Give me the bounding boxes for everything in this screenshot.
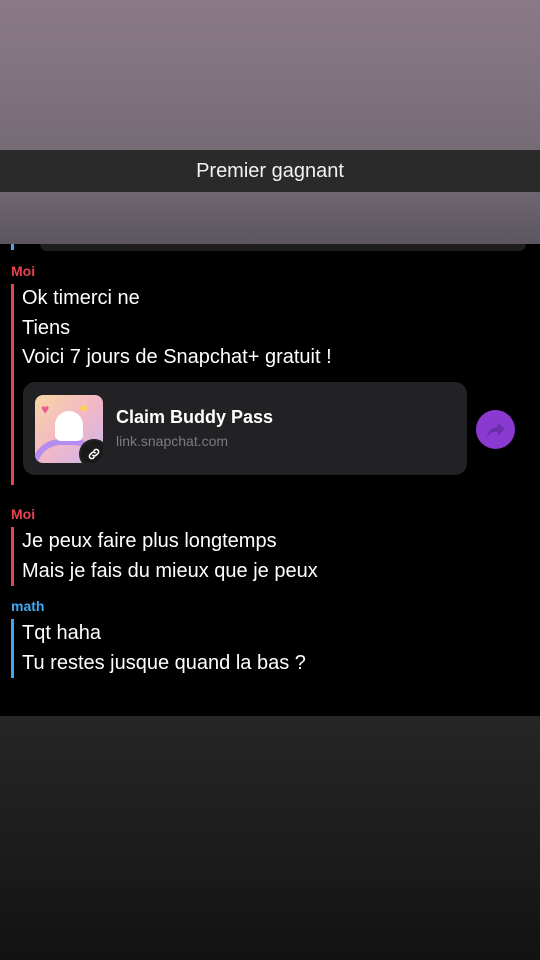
chat-area[interactable]: Moi Ok timerci ne Tiens Voici 7 jours de… bbox=[0, 244, 540, 716]
previous-message-bar bbox=[11, 244, 14, 250]
link-url: link.snapchat.com bbox=[116, 433, 229, 449]
message-text: Tiens bbox=[22, 316, 71, 339]
sender-label: math bbox=[11, 598, 45, 614]
blurred-background-middle bbox=[0, 192, 540, 244]
heart-icon: ♥ bbox=[41, 401, 50, 417]
message-text: Voici 7 jours de Snapchat+ gratuit ! bbox=[22, 346, 332, 368]
caption-bar: Premier gagnant bbox=[0, 150, 540, 192]
share-button[interactable] bbox=[476, 410, 515, 449]
sender-label: Moi bbox=[11, 506, 36, 522]
blurred-background-bottom bbox=[0, 716, 540, 960]
caption-text: Premier gagnant bbox=[196, 159, 344, 182]
ghost-icon bbox=[55, 411, 83, 441]
sender-label: Moi bbox=[11, 263, 36, 279]
message-group: Je peux faire plus longtemps Mais je fai… bbox=[11, 527, 318, 586]
link-title: Claim Buddy Pass bbox=[116, 407, 274, 427]
message-text: Je peux faire plus longtemps bbox=[22, 530, 277, 552]
link-preview-card[interactable]: ♥ ✦ Claim Buddy Pass link.snapchat.com bbox=[23, 382, 467, 475]
message-text: Tqt haha bbox=[22, 622, 101, 644]
blurred-background-top bbox=[0, 0, 540, 150]
message-group: Tqt haha Tu restes jusque quand la bas ? bbox=[11, 619, 306, 678]
link-icon bbox=[79, 439, 103, 463]
buddy-pass-thumbnail: ♥ ✦ bbox=[35, 395, 103, 463]
message-text: Ok timerci ne bbox=[22, 287, 140, 309]
message-text: Mais je fais du mieux que je peux bbox=[22, 559, 318, 582]
previous-card-edge bbox=[40, 244, 526, 251]
message-text: Tu restes jusque quand la bas ? bbox=[22, 651, 306, 674]
share-arrow-icon bbox=[486, 422, 505, 437]
